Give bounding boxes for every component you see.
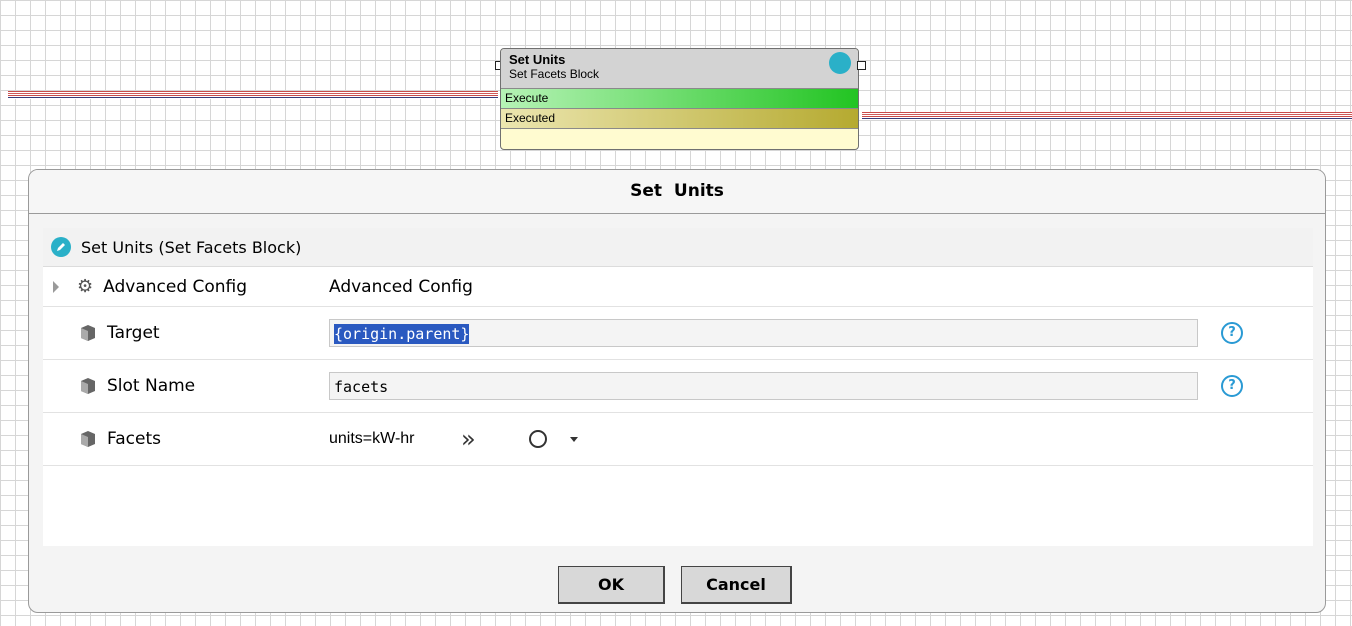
cube-icon [81, 325, 95, 341]
dialog-title: Set Units [29, 170, 1325, 214]
set-units-dialog: Set Units Set Units (Set Facets Block) ⚙… [28, 169, 1326, 613]
slot-executed[interactable]: Executed [501, 109, 858, 129]
block-title: Set Units [509, 52, 566, 67]
advanced-config-label: Advanced Config [103, 276, 248, 297]
pencil-icon [51, 237, 71, 257]
block-header: Set Units Set Facets Block [501, 49, 858, 89]
cancel-button[interactable]: Cancel [681, 566, 792, 604]
facets-label: Facets [107, 429, 161, 449]
dialog-footer: OK Cancel [29, 546, 1325, 612]
link-wire-left [8, 91, 498, 99]
target-input-value: {origin.parent} [334, 324, 470, 344]
property-sheet-header: Set Units (Set Facets Block) [43, 228, 1313, 267]
double-chevron-icon[interactable]: » [461, 425, 476, 453]
cube-icon [81, 378, 95, 394]
facets-value: units=kW-hr [329, 430, 415, 447]
help-icon[interactable]: ? [1221, 375, 1243, 397]
slot-execute[interactable]: Execute [501, 89, 858, 109]
slot-name-label: Slot Name [107, 376, 196, 396]
edit-icon [829, 52, 851, 74]
chevron-down-icon[interactable] [570, 436, 578, 442]
component-name: Set Units (Set Facets Block) [81, 237, 302, 257]
expand-arrow-icon[interactable] [53, 280, 59, 293]
target-label: Target [107, 323, 160, 343]
cube-icon [81, 431, 95, 447]
row-slot-name: Slot Name facets ? [43, 360, 1313, 413]
row-facets: Facets units=kW-hr » [43, 413, 1313, 466]
block-subtitle: Set Facets Block [509, 67, 600, 81]
target-input[interactable]: {origin.parent} [329, 319, 1198, 347]
output-port[interactable] [857, 61, 866, 70]
ok-button[interactable]: OK [558, 566, 665, 604]
set-units-block[interactable]: Set Units Set Facets Block Execute Execu… [500, 48, 859, 150]
row-target: Target {origin.parent} ? [43, 307, 1313, 360]
help-icon[interactable]: ? [1221, 322, 1243, 344]
row-advanced-config[interactable]: ⚙ Advanced Config Advanced Config [43, 267, 1313, 307]
property-sheet: Set Units (Set Facets Block) ⚙ Advanced … [43, 228, 1313, 546]
link-wire-right [862, 112, 1352, 120]
slot-name-input[interactable]: facets [329, 372, 1198, 400]
gears-icon: ⚙ [77, 276, 94, 297]
clock-icon[interactable] [529, 430, 547, 448]
advanced-config-value: Advanced Config [329, 276, 473, 297]
